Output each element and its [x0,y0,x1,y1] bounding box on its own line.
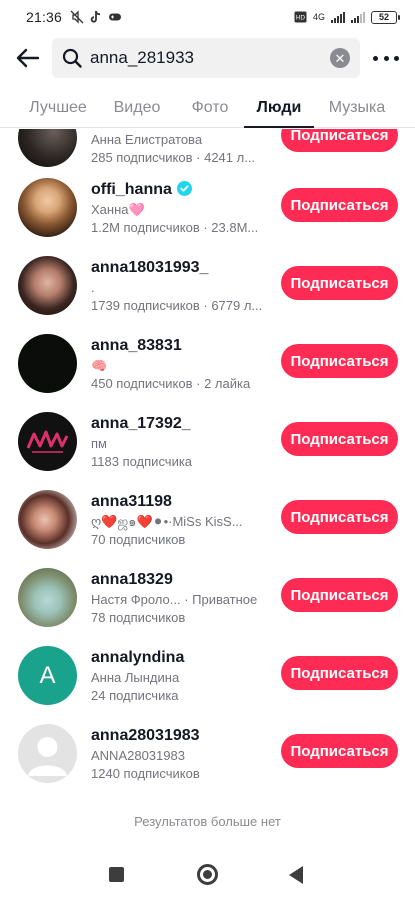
end-of-results-text: Результатов больше нет [134,814,281,829]
nickname: ANNA28031983 [91,748,185,763]
list-item[interactable]: A annalyndina Анна Лындина 24 подписчика… [0,637,415,715]
search-header: anna_281933 ✕ [0,38,415,78]
nickname: пм [91,436,107,451]
system-nav-bar [0,850,415,900]
user-stats: 70 подписчиков [91,532,186,547]
user-stats: 24 подписчика [91,688,179,703]
list-item[interactable]: anna_83831 🧠 450 подписчиков · 2 лайка П… [0,325,415,403]
list-item[interactable]: anna_17392_ пм 1183 подписчика Подписать… [0,403,415,481]
avatar[interactable] [18,724,77,783]
search-query[interactable]: anna_281933 [90,48,330,68]
search-input[interactable]: anna_281933 ✕ [52,38,360,78]
recents-icon[interactable] [109,867,124,882]
home-icon[interactable] [197,864,218,885]
user-stats: 1240 подписчиков [91,766,200,781]
clear-icon[interactable]: ✕ [330,48,350,68]
user-stats: 1739 подписчиков · 6779 л... [91,298,263,313]
list-item[interactable]: offi_hanna Ханна🩷 1.2M подписчиков · 23.… [0,169,415,247]
user-stats: 1.2M подписчиков · 23.8M... [91,220,259,235]
sim-icon: HD [294,11,307,23]
mute-icon [70,10,84,24]
signal-icon [331,11,345,23]
follow-button[interactable]: Подписаться [281,734,398,768]
user-list: Анна Елистратова 285 подписчиков · 4241 … [0,129,415,841]
verified-badge-icon [176,181,192,196]
user-stats: 1183 подписчика [91,454,193,469]
follow-button[interactable]: Подписаться [281,129,398,152]
tab-active-indicator [244,126,314,128]
follow-button[interactable]: Подписаться [281,578,398,612]
svg-text:HD: HD [296,15,306,22]
follow-button[interactable]: Подписаться [281,656,398,690]
tab-top[interactable]: Лучшее [26,88,90,128]
follow-button[interactable]: Подписаться [281,344,398,378]
avatar[interactable] [18,490,77,549]
nickname: Настя Фроло... · Приватное [91,592,258,607]
username: annalyndina [91,649,185,666]
nickname: . [91,280,95,295]
nickname: Анна Лындина [91,670,180,685]
list-item[interactable]: anna18031993_ . 1739 подписчиков · 6779 … [0,247,415,325]
nickname: Анна Елистратова [91,132,203,147]
avatar-letter: A [39,661,56,689]
list-item[interactable]: anna28031983 ANNA28031983 1240 подписчик… [0,715,415,793]
username: anna_17392_ [91,415,191,432]
follow-button[interactable]: Подписаться [281,422,398,456]
more-icon[interactable] [373,48,399,68]
user-stats: 78 подписчиков [91,610,186,625]
battery-icon: 52 [371,10,400,24]
nickname: ღ❤️ஜ๑❤️⚫•·MiSs KisS... [91,514,243,529]
avatar[interactable] [18,256,77,315]
username: anna18031993_ [91,259,209,276]
default-avatar-icon [28,737,67,776]
tab-videos[interactable]: Видео [110,88,164,128]
tab-photos[interactable]: Фото [188,88,232,128]
back-button[interactable] [14,44,42,72]
username: anna18329 [91,571,173,588]
status-time: 21:36 [26,9,63,25]
user-stats: 285 подписчиков · 4241 л... [91,150,256,165]
signal-icon-2 [351,11,365,23]
network-type: 4G [312,12,325,22]
search-icon [62,48,82,68]
avatar[interactable] [18,129,77,167]
band-logo-icon [26,430,69,453]
avatar[interactable] [18,412,77,471]
tab-music[interactable]: Музыка [323,88,391,128]
back-icon[interactable] [289,866,303,884]
username: offi_hanna [91,181,172,198]
avatar[interactable] [18,334,77,393]
avatar[interactable] [18,178,77,237]
username: anna_83831 [91,337,182,354]
user-stats: 450 подписчиков · 2 лайка [91,376,251,391]
avatar[interactable] [18,568,77,627]
search-tabs: Лучшее Видео Фото Люди Музыка [0,88,415,128]
username: anna28031983 [91,727,200,744]
tiktok-icon [90,10,101,23]
back-arrow-icon [16,48,40,68]
status-bar: 21:36 HD 4G 52 [0,0,415,34]
gamepad-icon [109,13,122,21]
follow-button[interactable]: Подписаться [281,188,398,222]
list-item[interactable]: anna31198 ღ❤️ஜ๑❤️⚫•·MiSs KisS... 70 подп… [0,481,415,559]
nickname: Ханна🩷 [91,202,145,217]
list-item[interactable]: anna18329 Настя Фроло... · Приватное 78 … [0,559,415,637]
username: anna31198 [91,493,172,510]
tab-people[interactable]: Люди [244,88,314,128]
follow-button[interactable]: Подписаться [281,266,398,300]
follow-button[interactable]: Подписаться [281,500,398,534]
username [91,129,269,130]
nickname: 🧠 [91,358,108,373]
avatar[interactable]: A [18,646,77,705]
